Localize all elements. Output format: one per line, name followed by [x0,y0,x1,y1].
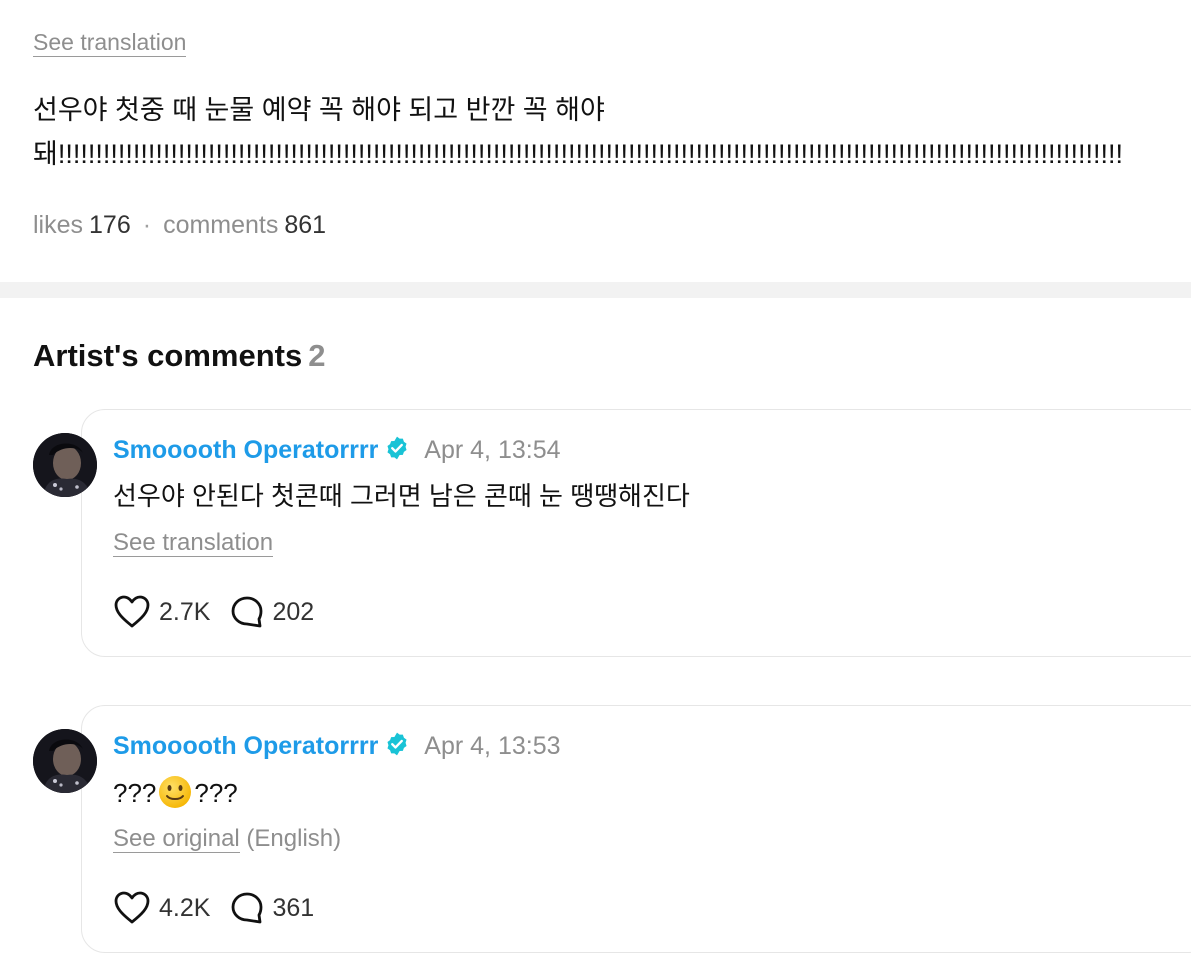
likes-count: 176 [89,211,131,239]
comment-author[interactable]: Smooooth Operatorrrr [113,436,378,464]
heart-icon [113,594,151,630]
comment-header: Smooooth Operatorrrr Apr 4, 13:54 [113,434,561,469]
comments-count: 861 [284,211,327,239]
reply-count: 202 [272,598,315,626]
comment-text: ?????? [113,774,238,811]
original-language: (English) [239,825,342,852]
verified-badge-icon [384,731,410,765]
artist-comments-title: Artist's comments [33,338,303,373]
like-count: 2.7K [159,598,211,626]
see-translation-link[interactable]: See translation [113,529,274,557]
comment-text-before: ??? [113,778,157,808]
artist-comment-card: Smooooth Operatorrrr Apr 4, 13:54 선우야 안된다… [81,409,1191,657]
comment-text: 선우야 안된다 첫콘때 그러면 남은 콘때 눈 땡땡해진다 [113,481,690,511]
avatar[interactable] [33,729,97,793]
stats-separator: · [142,211,152,239]
likes-label: likes [33,211,84,239]
comment-bubble-icon [230,595,264,629]
section-divider [0,282,1191,298]
post-section: See translation 선우야 첫중 때 눈물 예약 꼭 해야 되고 반… [0,0,1191,282]
artist-comments-heading: Artist's comments 2 [33,336,325,376]
like-button[interactable]: 2.7K [113,594,210,630]
reply-button[interactable]: 361 [230,890,314,926]
comment-translation: See translation [113,528,274,558]
comments-label: comments [163,211,279,239]
comment-text-after: ??? [194,778,238,808]
slightly-smiling-face-emoji-icon [157,774,193,810]
comment-author[interactable]: Smooooth Operatorrrr [113,732,378,760]
artist-comments-count: 2 [308,338,326,373]
artist-comment-card: Smooooth Operatorrrr Apr 4, 13:53 ?????? … [81,705,1191,953]
avatar-image [33,729,97,793]
comment-actions: 2.7K 202 [113,594,314,630]
like-count: 4.2K [159,894,211,922]
verified-badge-icon [384,435,410,469]
comment-header: Smooooth Operatorrrr Apr 4, 13:53 [113,730,561,765]
comment-time: Apr 4, 13:53 [424,732,561,760]
avatar-image [33,433,97,497]
comment-translation: See original (English) [113,824,341,854]
comment-actions: 4.2K 361 [113,890,314,926]
like-button[interactable]: 4.2K [113,890,210,926]
reply-button[interactable]: 202 [230,594,314,630]
avatar[interactable] [33,433,97,497]
comment-bubble-icon [230,891,264,925]
heart-icon [113,890,151,926]
comment-time: Apr 4, 13:54 [424,436,561,464]
post-stats: likes 176 · comments 861 [33,208,326,242]
see-translation-link[interactable]: See translation [33,28,187,57]
see-original-link[interactable]: See original [113,825,240,853]
post-body-text: 선우야 첫중 때 눈물 예약 꼭 해야 되고 반깐 꼭 해야 돼!!!!!!!!… [33,95,1124,169]
reply-count: 361 [272,894,315,922]
